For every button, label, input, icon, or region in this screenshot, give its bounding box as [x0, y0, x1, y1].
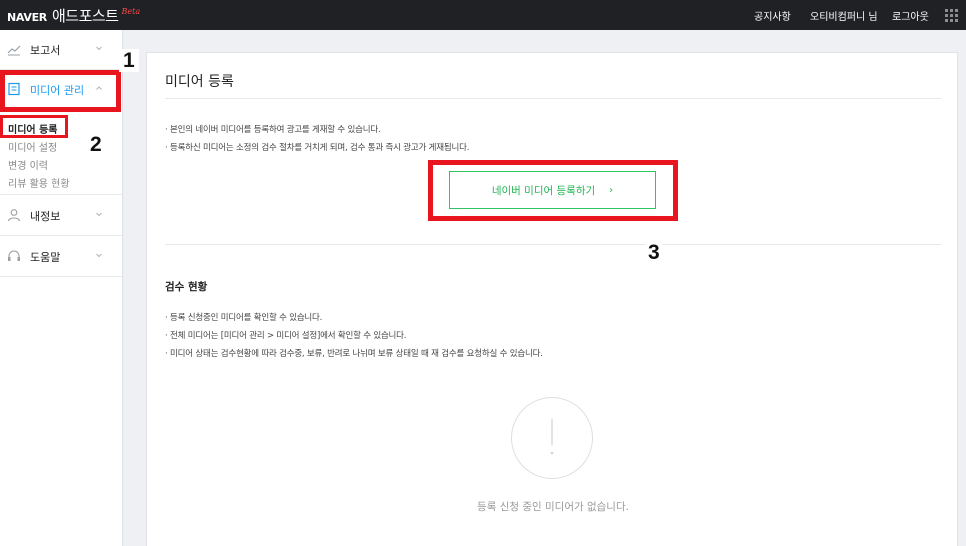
chevron-down-icon: [96, 46, 102, 51]
chevron-down-icon: [96, 212, 102, 217]
title-divider: [165, 98, 941, 99]
sidebar-item-report[interactable]: 보고서: [0, 30, 123, 70]
notice-link[interactable]: 공지사항: [754, 8, 791, 23]
naver-wordmark: NAVER: [7, 11, 47, 24]
beta-badge: Beta: [121, 7, 141, 16]
page-title: 미디어 등록: [165, 74, 234, 90]
sidebar-item-help[interactable]: 도움말: [0, 237, 123, 277]
annotation-number-2: 2: [85, 133, 107, 156]
annotation-number-3: 3: [646, 241, 662, 264]
empty-state-icon: [511, 397, 593, 479]
submenu-review-status[interactable]: 리뷰 활용 현황: [8, 175, 70, 190]
review-description-2: · 전체 미디어는 [미디어 관리 > 미디어 설정]에서 확인할 수 있습니다…: [165, 331, 407, 341]
person-icon: [7, 209, 21, 222]
user-name-link[interactable]: 오티비컴퍼니 님: [810, 8, 878, 23]
register-description-1: · 본인의 네이버 미디어를 등록하여 광고를 게재할 수 있습니다.: [165, 125, 381, 135]
headset-icon: [8, 250, 20, 261]
annotation-number-1: 1: [119, 49, 139, 72]
sidebar-item-my-info[interactable]: 내정보: [0, 196, 123, 236]
submenu-change-history[interactable]: 변경 이력: [8, 157, 48, 172]
review-status-title: 검수 현황: [165, 281, 208, 293]
brand-logo[interactable]: NAVER 애드포스트 Beta: [7, 5, 140, 26]
chevron-down-icon: [96, 253, 102, 258]
highlight-box-media-register: [0, 115, 68, 138]
review-description-3: · 미디어 상태는 검수현황에 따라 검수중, 보류, 반려로 나뉘며 보류 상…: [165, 349, 543, 359]
chart-line-icon: [7, 45, 21, 56]
top-header-bar: NAVER 애드포스트 Beta 공지사항 오티비컴퍼니 님 로그아웃: [0, 0, 966, 30]
exclamation-icon: [550, 419, 554, 455]
empty-state-message: 등록 신청 중인 미디어가 없습니다.: [477, 501, 629, 513]
logout-link[interactable]: 로그아웃: [892, 8, 929, 23]
media-register-card: 미디어 등록 · 본인의 네이버 미디어를 등록하여 광고를 게재할 수 있습니…: [146, 52, 958, 546]
submenu-media-settings[interactable]: 미디어 설정: [8, 139, 57, 154]
section-divider: [165, 244, 941, 245]
product-name: 애드포스트: [51, 7, 119, 25]
highlight-box-media-management: [0, 70, 121, 112]
review-description-1: · 등록 신청중인 미디어를 확인할 수 있습니다.: [165, 313, 323, 323]
app-grid-icon[interactable]: [945, 9, 958, 22]
sidebar-item-label: 내정보: [30, 210, 61, 223]
highlight-box-register-button: [428, 160, 678, 221]
sidebar-item-label: 도움말: [30, 251, 61, 264]
register-description-2: · 등록하신 미디어는 소정의 검수 절차를 거치게 되며, 검수 통과 즉시 …: [165, 143, 470, 153]
sidebar-item-label: 보고서: [30, 44, 61, 57]
